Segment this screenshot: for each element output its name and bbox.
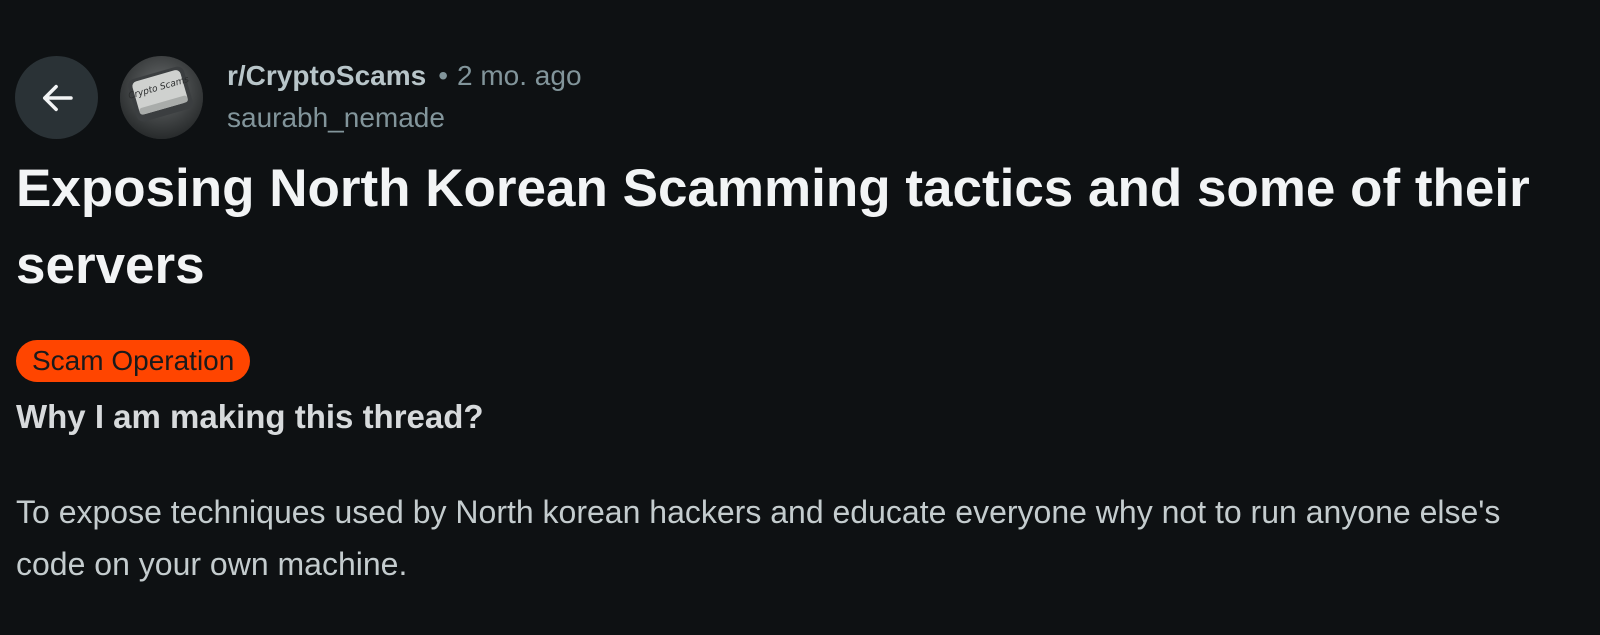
author-link[interactable]: saurabh_nemade: [227, 100, 582, 136]
post-flair[interactable]: Scam Operation: [16, 340, 251, 382]
post-subheading: Why I am making this thread?: [16, 398, 484, 435]
subreddit-link[interactable]: r/CryptoScams: [227, 58, 426, 94]
subreddit-avatar[interactable]: Crypto Scams: [120, 56, 203, 139]
crypto-scams-keycap-icon: Crypto Scams: [120, 56, 203, 139]
post-meta-line: r/CryptoScams • 2 mo. ago: [227, 58, 582, 94]
post-body: To expose techniques used by North korea…: [16, 494, 1501, 582]
arrow-left-icon: [42, 84, 73, 111]
post-time: 2 mo. ago: [457, 60, 582, 91]
back-button[interactable]: [15, 56, 98, 139]
post-meta: r/CryptoScams • 2 mo. ago saurabh_nemade: [227, 58, 582, 136]
post-title: Exposing North Korean Scamming tactics a…: [16, 159, 1530, 295]
meta-separator: •: [438, 60, 448, 91]
